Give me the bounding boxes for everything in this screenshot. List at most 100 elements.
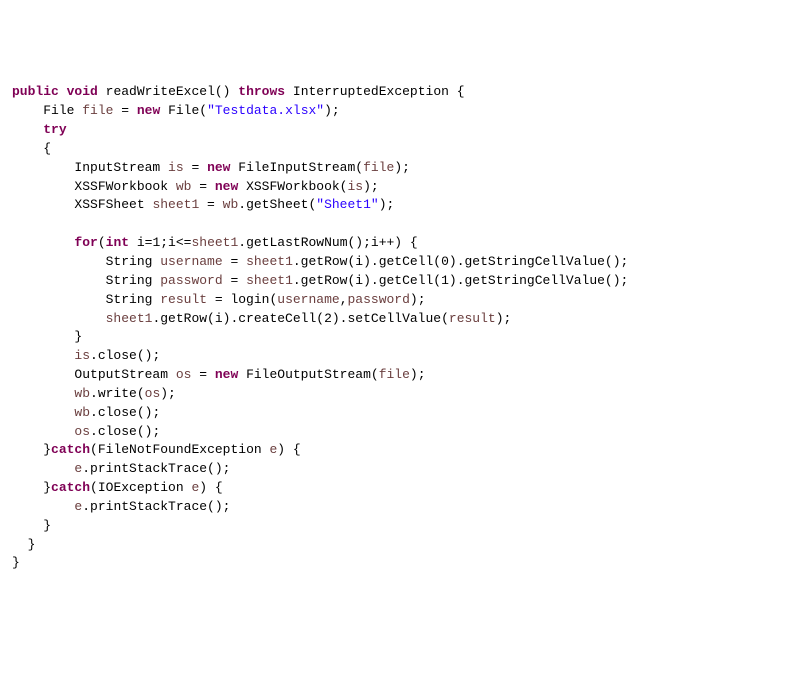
- text: );: [394, 160, 410, 175]
- indent: [12, 442, 43, 457]
- text: (IOException: [90, 480, 191, 495]
- text: .write(: [90, 386, 145, 401]
- text: =: [113, 103, 136, 118]
- keyword-int: int: [106, 235, 129, 250]
- obj-sheet1: sheet1: [106, 311, 153, 326]
- text: =: [223, 273, 246, 288]
- arg-file: file: [379, 367, 410, 382]
- keyword-for: for: [74, 235, 97, 250]
- indent: [12, 329, 74, 344]
- text: ) {: [199, 480, 222, 495]
- text: .printStackTrace();: [82, 461, 230, 476]
- text: (): [215, 84, 238, 99]
- text: =: [223, 254, 246, 269]
- text: );: [410, 367, 426, 382]
- brace: }: [12, 555, 20, 570]
- text: =: [184, 160, 207, 175]
- brace: }: [28, 537, 36, 552]
- text: File(: [160, 103, 207, 118]
- indent: [12, 103, 43, 118]
- keyword-public: public: [12, 84, 59, 99]
- type-inputstream: InputStream: [74, 160, 168, 175]
- keyword-new: new: [207, 160, 230, 175]
- space: [59, 84, 67, 99]
- indent: [12, 405, 74, 420]
- indent: [12, 292, 106, 307]
- text: .close();: [90, 405, 160, 420]
- obj-wb: wb: [74, 386, 90, 401]
- text: i=1;i<=: [129, 235, 191, 250]
- obj-wb: wb: [74, 405, 90, 420]
- text: ) {: [277, 442, 300, 457]
- indent: [12, 499, 74, 514]
- indent: [12, 141, 43, 156]
- obj-is: is: [74, 348, 90, 363]
- text: );: [363, 179, 379, 194]
- brace: }: [74, 329, 82, 344]
- indent: [12, 197, 74, 212]
- text: .getRow(i).getCell(1).getStringCellValue…: [293, 273, 628, 288]
- brace: {: [43, 141, 51, 156]
- indent: [12, 348, 74, 363]
- text: .close();: [90, 424, 160, 439]
- code-block: public void readWriteExcel() throws Inte…: [12, 83, 794, 573]
- keyword-new: new: [137, 103, 160, 118]
- brace: }: [43, 480, 51, 495]
- var-is: is: [168, 160, 184, 175]
- indent: [12, 367, 74, 382]
- string-literal: "Sheet1": [316, 197, 378, 212]
- obj-wb: wb: [223, 197, 239, 212]
- arg-username: username: [277, 292, 339, 307]
- text: XSSFWorkbook(: [238, 179, 347, 194]
- arg-file: file: [363, 160, 394, 175]
- indent: [12, 518, 43, 533]
- text: );: [410, 292, 426, 307]
- text: ,: [340, 292, 348, 307]
- obj-sheet1: sheet1: [246, 273, 293, 288]
- var-wb: wb: [176, 179, 192, 194]
- indent: [12, 386, 74, 401]
- obj-sheet1: sheet1: [246, 254, 293, 269]
- type-string: String: [106, 273, 161, 288]
- text: .getRow(i).getCell(0).getStringCellValue…: [293, 254, 628, 269]
- text: FileInputStream(: [230, 160, 363, 175]
- text: =: [191, 179, 214, 194]
- text: .getRow(i).createCell(2).setCellValue(: [152, 311, 448, 326]
- keyword-try: try: [43, 122, 66, 137]
- indent: [12, 235, 74, 250]
- text: );: [324, 103, 340, 118]
- keyword-catch: catch: [51, 480, 90, 495]
- type-string: String: [106, 254, 161, 269]
- brace: }: [43, 442, 51, 457]
- text: );: [379, 197, 395, 212]
- indent: [12, 311, 106, 326]
- text: =: [199, 197, 222, 212]
- space: [285, 84, 293, 99]
- indent: [12, 122, 43, 137]
- keyword-new: new: [215, 179, 238, 194]
- var-os: os: [176, 367, 192, 382]
- text: (: [98, 235, 106, 250]
- arg-os: os: [145, 386, 161, 401]
- text: );: [160, 386, 176, 401]
- var-password: password: [160, 273, 222, 288]
- indent: [12, 537, 28, 552]
- var-username: username: [160, 254, 222, 269]
- arg-password: password: [348, 292, 410, 307]
- keyword-void: void: [67, 84, 98, 99]
- indent: [12, 424, 74, 439]
- indent: [12, 461, 74, 476]
- text: (FileNotFoundException: [90, 442, 269, 457]
- indent: [12, 254, 106, 269]
- keyword-throws: throws: [238, 84, 285, 99]
- type-string: String: [106, 292, 161, 307]
- text: FileOutputStream(: [238, 367, 378, 382]
- exception-type: InterruptedException {: [293, 84, 465, 99]
- method-name: readWriteExcel: [106, 84, 215, 99]
- text: .getSheet(: [238, 197, 316, 212]
- var-sheet1: sheet1: [152, 197, 199, 212]
- text: =: [191, 367, 214, 382]
- var-file: file: [82, 103, 113, 118]
- var-result: result: [160, 292, 207, 307]
- type-file: File: [43, 103, 82, 118]
